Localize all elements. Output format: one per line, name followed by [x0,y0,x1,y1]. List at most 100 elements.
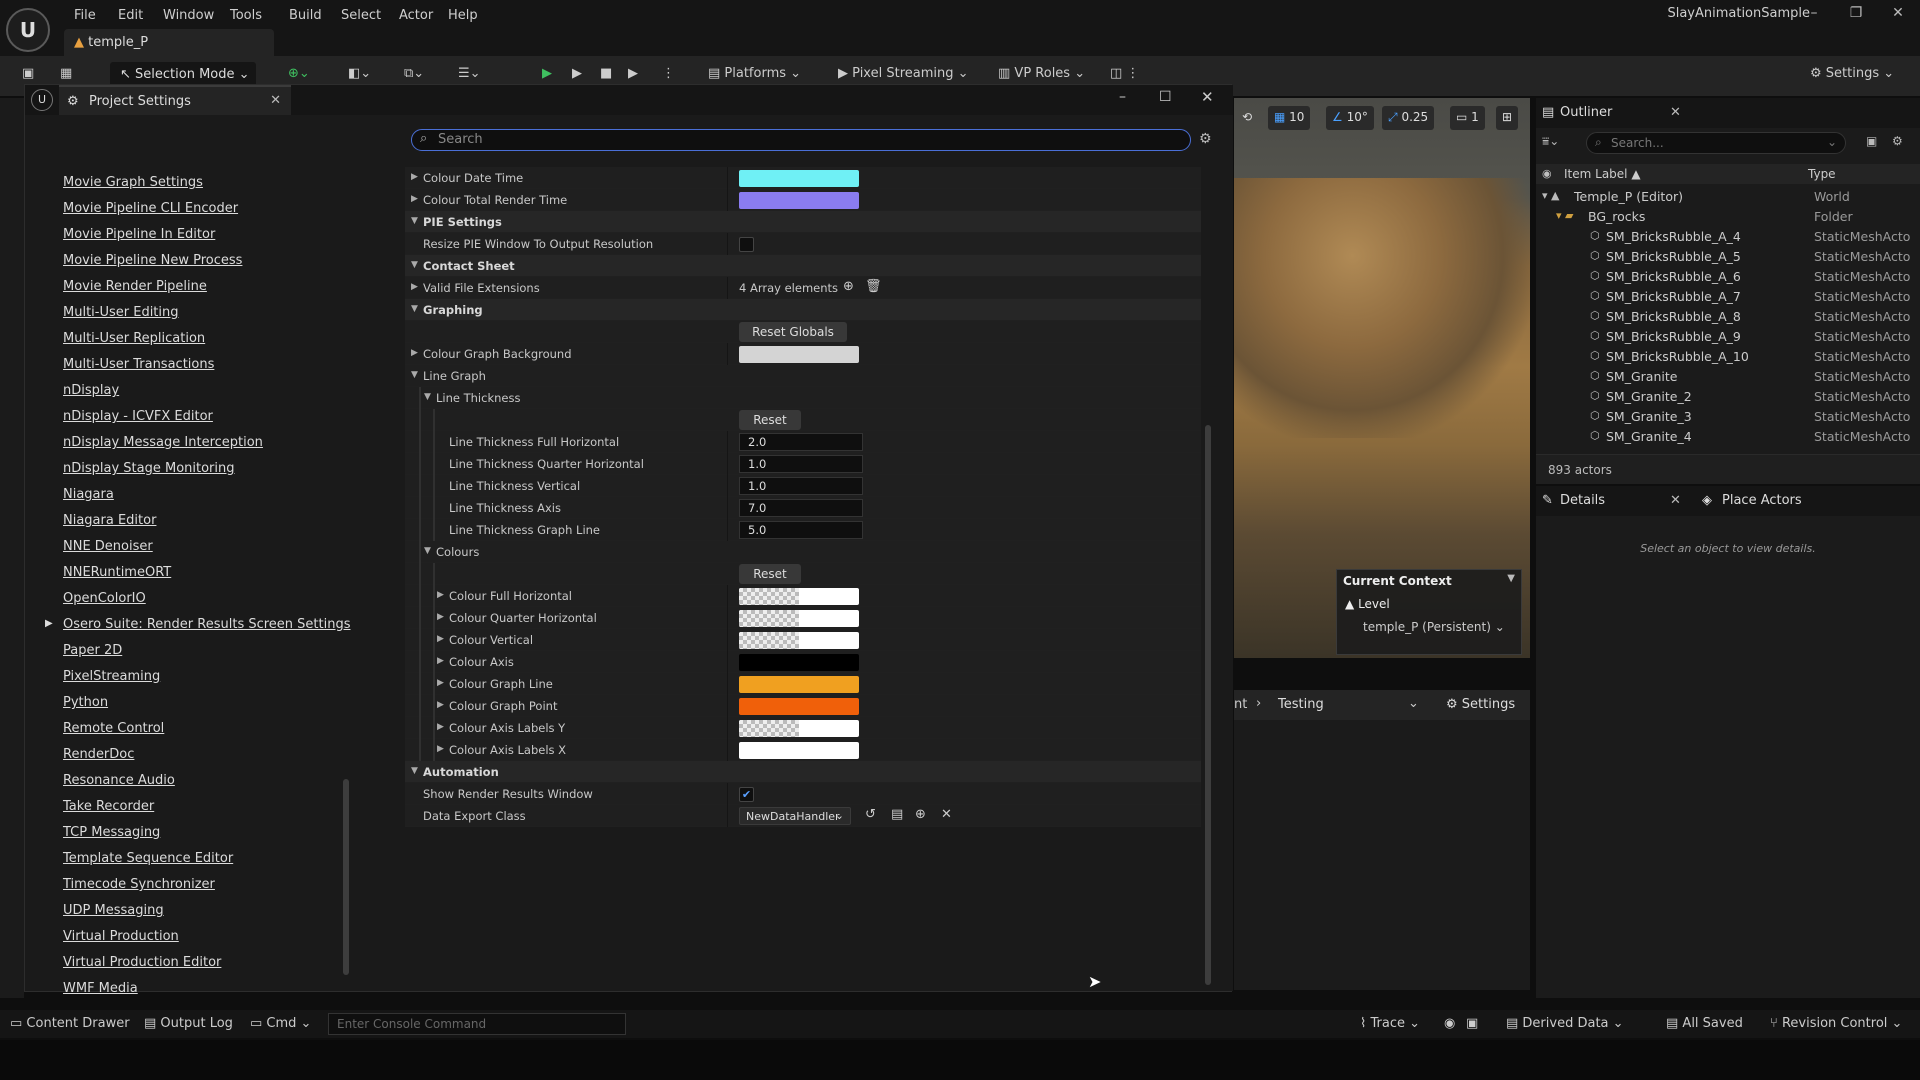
col-item-label[interactable]: Item Label ▲ [1564,167,1641,181]
column-splitter[interactable] [727,585,728,607]
record-icon[interactable]: ◉ [1444,1016,1455,1031]
filter-icon[interactable]: ⩸⌄ [1542,134,1559,149]
sidebar-item[interactable]: nDisplay - ICVFX Editor [63,409,213,424]
transform-icon[interactable]: ⟲ [1236,106,1258,130]
reset-button[interactable]: Reset [739,564,801,584]
color-swatch[interactable] [739,676,859,693]
col-type[interactable]: Type [1808,167,1836,181]
menu-select[interactable]: Select [333,4,389,27]
trace-dropdown[interactable]: ⌇ Trace ⌄ [1360,1016,1420,1031]
expand-arrow-icon[interactable]: ▶ [437,722,444,732]
content-drawer-button[interactable]: ▭ Content Drawer [10,1016,130,1031]
sidebar-item[interactable]: TCP Messaging [63,825,160,840]
outliner-row[interactable]: ▾ ▰ BG_rocks Folder [1536,206,1920,226]
add-element-icon[interactable]: ⊕ [843,279,854,294]
color-swatch[interactable] [739,742,859,759]
menu-actor[interactable]: Actor [391,4,441,27]
sidebar-item[interactable]: Python [63,695,108,710]
expand-arrow-icon[interactable]: ▶ [411,172,418,182]
ps-maximize-icon[interactable]: ☐ [1159,89,1172,105]
unreal-logo-icon[interactable]: U [6,8,50,52]
sidebar-item[interactable]: NNE Denoiser [63,539,153,554]
column-splitter[interactable] [727,607,728,629]
number-input[interactable]: 2.0 [739,433,863,451]
add-actor-icon[interactable]: ⊕⌄ [288,66,310,81]
sidebar-item[interactable]: Paper 2D [63,643,122,658]
column-splitter[interactable] [727,277,728,299]
minimize-icon[interactable]: – [1794,2,1834,26]
outliner-row[interactable]: ⬡ SM_BricksRubble_A_4 StaticMeshActo [1536,226,1920,246]
column-splitter[interactable] [727,189,728,211]
color-swatch[interactable] [739,588,859,605]
chevron-down-icon[interactable]: ⌄ [1827,135,1837,149]
outliner-close-icon[interactable]: ✕ [1670,105,1681,120]
sidebar-item[interactable]: nDisplay Stage Monitoring [63,461,235,476]
sidebar-item[interactable]: Remote Control [63,721,164,736]
menu-file[interactable]: File [66,4,104,27]
column-splitter[interactable] [727,739,728,761]
scale-snap[interactable]: ⤢ 0.25 [1382,106,1435,130]
ps-minimize-icon[interactable]: – [1119,89,1126,105]
sidebar-item[interactable]: Movie Pipeline New Process [63,253,242,268]
column-splitter[interactable] [727,497,728,519]
sequence-icon[interactable]: ⧉⌄ [404,66,424,81]
derived-data-dropdown[interactable]: ▤ Derived Data ⌄ [1506,1016,1624,1031]
column-splitter[interactable] [727,783,728,805]
color-swatch[interactable] [739,632,859,649]
sidebar-item[interactable]: Multi-User Editing [63,305,179,320]
expand-arrow-icon[interactable]: ▶ [437,744,444,754]
collapse-arrow-icon[interactable]: ▼ [424,392,431,402]
color-swatch[interactable] [739,720,859,737]
sidebar-item[interactable]: RenderDoc [63,747,134,762]
sidebar-scrollbar[interactable] [343,779,349,975]
column-splitter[interactable] [727,717,728,739]
menu-build[interactable]: Build [281,4,330,27]
reset-button[interactable]: Reset [739,410,801,430]
main-scrollbar[interactable] [1205,425,1211,985]
context-level-dropdown[interactable]: temple_P (Persistent) ⌄ [1363,620,1505,634]
sidebar-item[interactable]: nDisplay [63,383,119,398]
expand-arrow-icon[interactable]: ▶ [437,656,444,666]
outliner-row[interactable]: ⬡ SM_BricksRubble_A_8 StaticMeshActo [1536,306,1920,326]
expand-arrow-icon[interactable]: ▶ [411,282,418,292]
outliner-row[interactable]: ⬡ SM_Granite StaticMeshActo [1536,366,1920,386]
column-splitter[interactable] [727,453,728,475]
rotation-snap[interactable]: ∠ 10° [1326,106,1374,130]
collapse-arrow-icon[interactable]: ▼ [424,546,431,556]
sidebar-item[interactable]: Niagara [63,487,114,502]
sidebar-item[interactable]: Multi-User Transactions [63,357,214,372]
sidebar-item[interactable]: Niagara Editor [63,513,156,528]
color-swatch[interactable] [739,610,859,627]
outliner-row[interactable]: ⬡ SM_BricksRubble_A_6 StaticMeshActo [1536,266,1920,286]
column-splitter[interactable] [727,233,728,255]
number-input[interactable]: 5.0 [739,521,863,539]
collapse-arrow-icon[interactable]: ▼ [411,370,418,380]
blueprint-icon[interactable]: ◧⌄ [348,66,371,81]
content-icon[interactable]: ▦ [60,66,72,81]
data-export-class-dropdown[interactable]: NewDataHandler ⌄ [739,807,851,825]
grid-snap[interactable]: ▦ 10 [1268,106,1311,130]
number-input[interactable]: 1.0 [739,455,863,473]
sidebar-item[interactable]: Osero Suite: Render Results Screen Setti… [63,617,351,632]
sidebar-item[interactable]: NNERuntimeORT [63,565,171,580]
outliner-row[interactable]: ⬡ SM_BricksRubble_A_5 StaticMeshActo [1536,246,1920,266]
sidebar-item[interactable]: Movie Pipeline In Editor [63,227,215,242]
delete-icon[interactable]: 🗑 [865,279,882,294]
testing-dropdown[interactable]: Testing [1278,697,1324,712]
sidebar-item[interactable]: Resonance Audio [63,773,175,788]
outliner-search-input[interactable]: ⌕ Search... ⌄ [1586,132,1846,154]
color-swatch[interactable] [739,192,859,209]
settings-search-input[interactable]: ⌕ Search [411,129,1191,151]
column-splitter[interactable] [727,805,728,827]
sidebar-item[interactable]: Virtual Production [63,929,179,944]
sidebar-item[interactable]: Take Recorder [63,799,154,814]
outliner-row[interactable]: ⬡ SM_Granite_2 StaticMeshActo [1536,386,1920,406]
collapse-arrow-icon[interactable]: ▼ [411,766,418,776]
column-splitter[interactable] [727,475,728,497]
use-selected-icon[interactable]: ↺ [865,807,876,822]
expand-arrow-icon[interactable]: ▶ [411,194,418,204]
expand-arrow-icon[interactable]: ▶ [437,634,444,644]
stop-icon[interactable]: ■ [600,66,612,81]
column-splitter[interactable] [727,343,728,365]
sidebar-item[interactable]: Multi-User Replication [63,331,205,346]
